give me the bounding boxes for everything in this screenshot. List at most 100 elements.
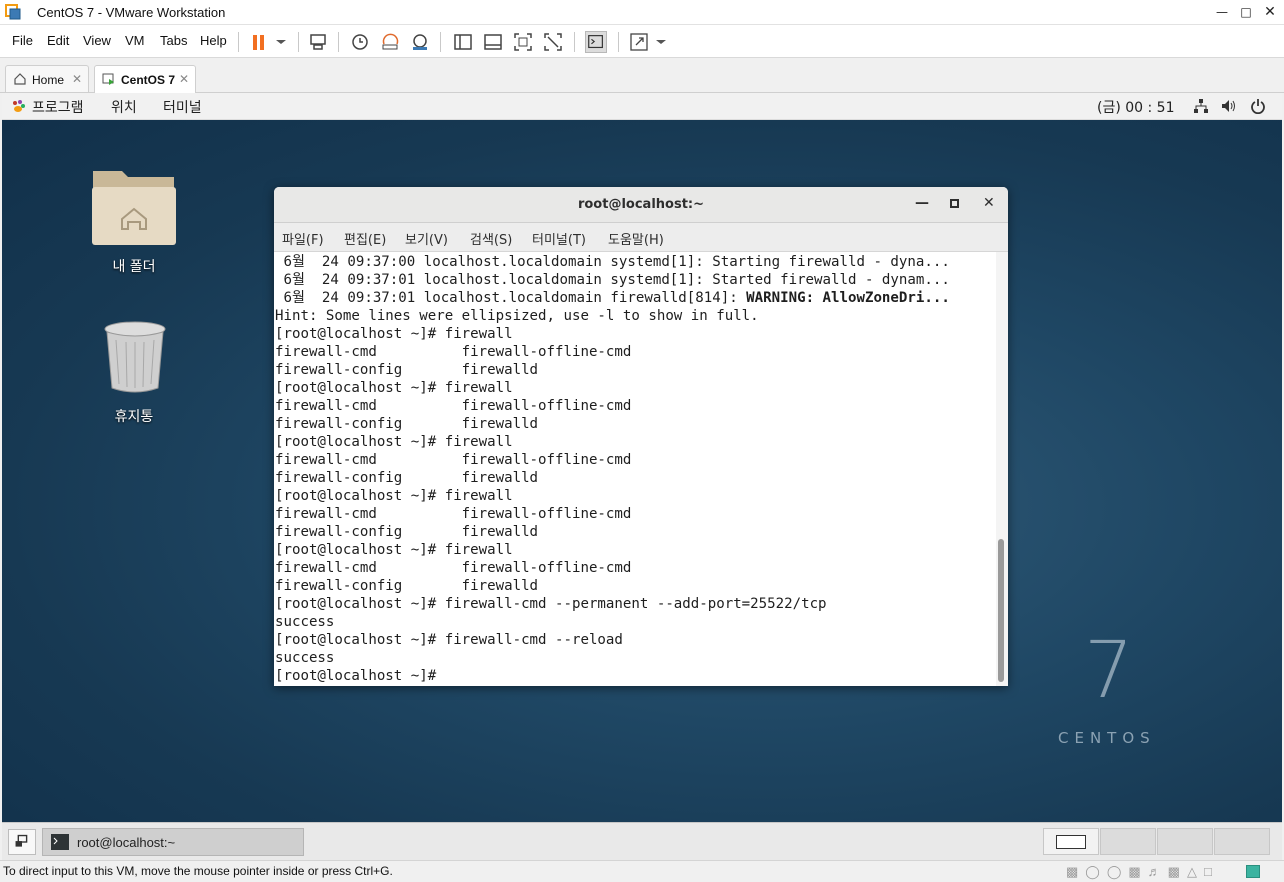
tab-bar: Home ✕ CentOS 7 ✕: [0, 58, 1284, 93]
network-icon[interactable]: [1193, 98, 1209, 114]
menu-view[interactable]: View: [83, 33, 111, 48]
workspace-2[interactable]: [1100, 828, 1156, 855]
close-icon[interactable]: ✕: [179, 72, 189, 86]
terminal-line-text: [root@localhost ~]# firewall-cmd --reloa…: [275, 632, 623, 648]
snapshot-manager-icon[interactable]: [409, 31, 431, 53]
close-icon[interactable]: ✕: [72, 72, 82, 86]
gnome-clock[interactable]: (금) 00 : 51: [1097, 97, 1175, 117]
toolbar-separator: [618, 32, 619, 52]
terminal-line: [root@localhost ~]# firewall-cmd --reloa…: [275, 631, 996, 649]
tab-centos7-label: CentOS 7: [121, 73, 176, 87]
centos-brand-number: 7: [1084, 626, 1134, 716]
terminal-line: success: [275, 649, 996, 667]
gnome-foot-icon: [13, 100, 25, 112]
volume-icon[interactable]: [1220, 98, 1236, 114]
terminal-line-text: [root@localhost ~]# firewall: [275, 488, 513, 504]
taskbar-terminal-item[interactable]: root@localhost:~: [42, 828, 304, 856]
terminal-window[interactable]: root@localhost:~ — ✕ 파일(F) 편집(E) 보기(V) 검…: [274, 187, 1008, 686]
desktop[interactable]: 내 폴더 휴지통 7 CENTOS root@localhost:~ — ✕ 파…: [2, 120, 1282, 822]
tab-home-label: Home: [32, 73, 65, 87]
show-desktop-icon[interactable]: [8, 829, 36, 855]
terminal-menu-view[interactable]: 보기(V): [405, 229, 448, 248]
terminal-line: 6월 24 09:37:01 localhost.localdomain sys…: [275, 271, 996, 289]
workspace-1[interactable]: [1043, 828, 1099, 855]
terminal-line: firewall-cmd firewall-offline-cmd: [275, 343, 996, 361]
menu-edit[interactable]: Edit: [47, 33, 69, 48]
send-ctrl-alt-del-icon[interactable]: [307, 31, 329, 53]
power-icon[interactable]: [1250, 98, 1266, 114]
terminal-menu-edit[interactable]: 편집(E): [344, 229, 386, 248]
terminal-line: firewall-cmd firewall-offline-cmd: [275, 397, 996, 415]
thumbnail-view-icon[interactable]: [482, 31, 504, 53]
terminal-line-text: firewall-config firewalld: [275, 362, 539, 378]
menu-vm[interactable]: VM: [125, 33, 145, 48]
window-title: CentOS 7 - VMware Workstation: [37, 5, 226, 20]
vm-screen[interactable]: 프로그램 위치 터미널 (금) 00 : 51 내 폴더 휴지통 7 CENTO…: [2, 93, 1282, 860]
device-status-icons[interactable]: ▩◯◯▩♬▩△□: [1066, 864, 1236, 880]
gnome-places-menu[interactable]: 위치: [111, 97, 137, 117]
chevron-down-icon[interactable]: [270, 31, 292, 53]
terminal-line-text: firewall-config firewalld: [275, 416, 539, 432]
terminal-line-text: Hint: Some lines were ellipsized, use -l…: [275, 308, 759, 324]
terminal-close-button[interactable]: ✕: [983, 195, 995, 211]
full-screen-view-icon[interactable]: [512, 31, 534, 53]
terminal-line-text: firewall-config firewalld: [275, 524, 539, 540]
terminal-line-text: 6월 24 09:37:01 localhost.localdomain sys…: [275, 272, 950, 288]
terminal-line-text: firewall-cmd firewall-offline-cmd: [275, 452, 632, 468]
console-icon[interactable]: [585, 31, 607, 53]
gnome-apps-menu[interactable]: 프로그램: [32, 97, 84, 117]
terminal-scrollbar-thumb[interactable]: [998, 539, 1004, 682]
maximize-button[interactable]: □: [1237, 3, 1255, 21]
terminal-menu-help[interactable]: 도움말(H): [608, 229, 664, 248]
terminal-titlebar[interactable]: root@localhost:~ — ✕: [274, 187, 1008, 223]
close-window-button[interactable]: ✕: [1261, 3, 1279, 21]
terminal-menu-terminal[interactable]: 터미널(T): [532, 229, 586, 248]
home-folder-label[interactable]: 내 폴더: [84, 256, 184, 276]
trash-icon[interactable]: [102, 320, 168, 394]
terminal-line: firewall-cmd firewall-offline-cmd: [275, 505, 996, 523]
terminal-line: [root@localhost ~]# firewall: [275, 379, 996, 397]
vm-tab-icon: [102, 73, 114, 85]
terminal-line-warning: WARNING: AllowZoneDri...: [746, 290, 950, 306]
terminal-line: firewall-config firewalld: [275, 415, 996, 433]
terminal-line: 6월 24 09:37:01 localhost.localdomain fir…: [275, 289, 996, 307]
tab-centos7[interactable]: CentOS 7 ✕: [94, 65, 196, 93]
terminal-title: root@localhost:~: [577, 197, 705, 212]
gnome-terminal-menu[interactable]: 터미널: [163, 97, 202, 117]
terminal-line-text: 6월 24 09:37:01 localhost.localdomain fir…: [275, 290, 747, 306]
centos-brand-text: CENTOS: [1058, 729, 1156, 747]
workspace-4[interactable]: [1214, 828, 1270, 855]
tab-home[interactable]: Home ✕: [5, 65, 89, 92]
terminal-line-text: [root@localhost ~]# firewall-cmd --perma…: [275, 596, 827, 612]
revert-snapshot-icon[interactable]: [379, 31, 401, 53]
terminal-line: Hint: Some lines were ellipsized, use -l…: [275, 307, 996, 325]
menu-tabs[interactable]: Tabs: [160, 33, 187, 48]
terminal-line: [root@localhost ~]# firewall: [275, 325, 996, 343]
workspace-3[interactable]: [1157, 828, 1213, 855]
workspace-window-thumbnail: [1056, 835, 1086, 849]
pause-icon[interactable]: [248, 31, 270, 53]
message-icon[interactable]: [1246, 865, 1260, 878]
menu-file[interactable]: File: [12, 33, 33, 48]
terminal-line-text: firewall-cmd firewall-offline-cmd: [275, 560, 632, 576]
folder-icon[interactable]: [90, 167, 178, 249]
fullscreen-icon[interactable]: [628, 31, 650, 53]
toolbar-separator: [298, 32, 299, 52]
trash-label[interactable]: 휴지통: [84, 406, 184, 426]
terminal-maximize-button[interactable]: [950, 199, 959, 208]
menu-help[interactable]: Help: [200, 33, 227, 48]
minimize-button[interactable]: —: [1213, 3, 1231, 21]
terminal-line-text: [root@localhost ~]# firewall: [275, 380, 513, 396]
unity-view-icon[interactable]: [542, 31, 564, 53]
terminal-line: [root@localhost ~]#: [275, 667, 996, 685]
chevron-down-icon[interactable]: [650, 31, 672, 53]
terminal-menu-search[interactable]: 검색(S): [470, 229, 512, 248]
terminal-output[interactable]: 6월 24 09:37:00 localhost.localdomain sys…: [275, 252, 996, 686]
terminal-menu-file[interactable]: 파일(F): [282, 229, 324, 248]
terminal-line: [root@localhost ~]# firewall: [275, 433, 996, 451]
terminal-icon: [51, 834, 69, 850]
terminal-line-text: [root@localhost ~]# firewall: [275, 326, 513, 342]
snapshot-icon[interactable]: [349, 31, 371, 53]
library-view-icon[interactable]: [452, 31, 474, 53]
terminal-minimize-button[interactable]: —: [915, 195, 929, 211]
